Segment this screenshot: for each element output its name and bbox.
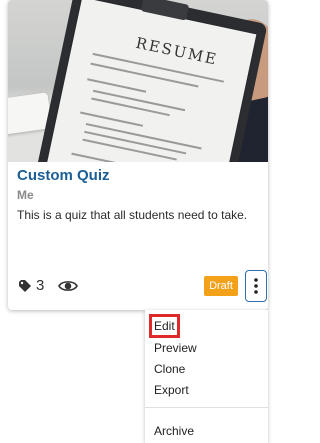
kebab-menu-icon (254, 278, 258, 294)
menu-item-archive[interactable]: Archive (154, 424, 194, 438)
paper-line (71, 152, 125, 162)
menu-item-export[interactable]: Export (154, 383, 189, 397)
quiz-thumbnail: RESUME (8, 0, 268, 162)
tag-count: 3 (36, 277, 45, 294)
more-options-button[interactable] (245, 270, 267, 302)
paper-line (91, 97, 170, 117)
quiz-card[interactable]: RESUME Custom Quiz Me This is a quiz tha… (8, 0, 268, 310)
quiz-title[interactable]: Custom Quiz (17, 167, 110, 184)
menu-item-clone[interactable]: Clone (154, 362, 185, 376)
eye-icon[interactable] (58, 279, 78, 293)
quiz-author: Me (17, 188, 34, 202)
menu-divider (145, 407, 268, 408)
menu-item-preview[interactable]: Preview (154, 341, 197, 355)
menu-item-edit[interactable]: Edit (149, 314, 180, 338)
tag-icon (19, 280, 31, 292)
quiz-description: This is a quiz that all students need to… (17, 208, 248, 222)
options-dropdown-menu: Edit Preview Clone Export Archive (145, 310, 268, 443)
status-badge: Draft (204, 276, 238, 296)
